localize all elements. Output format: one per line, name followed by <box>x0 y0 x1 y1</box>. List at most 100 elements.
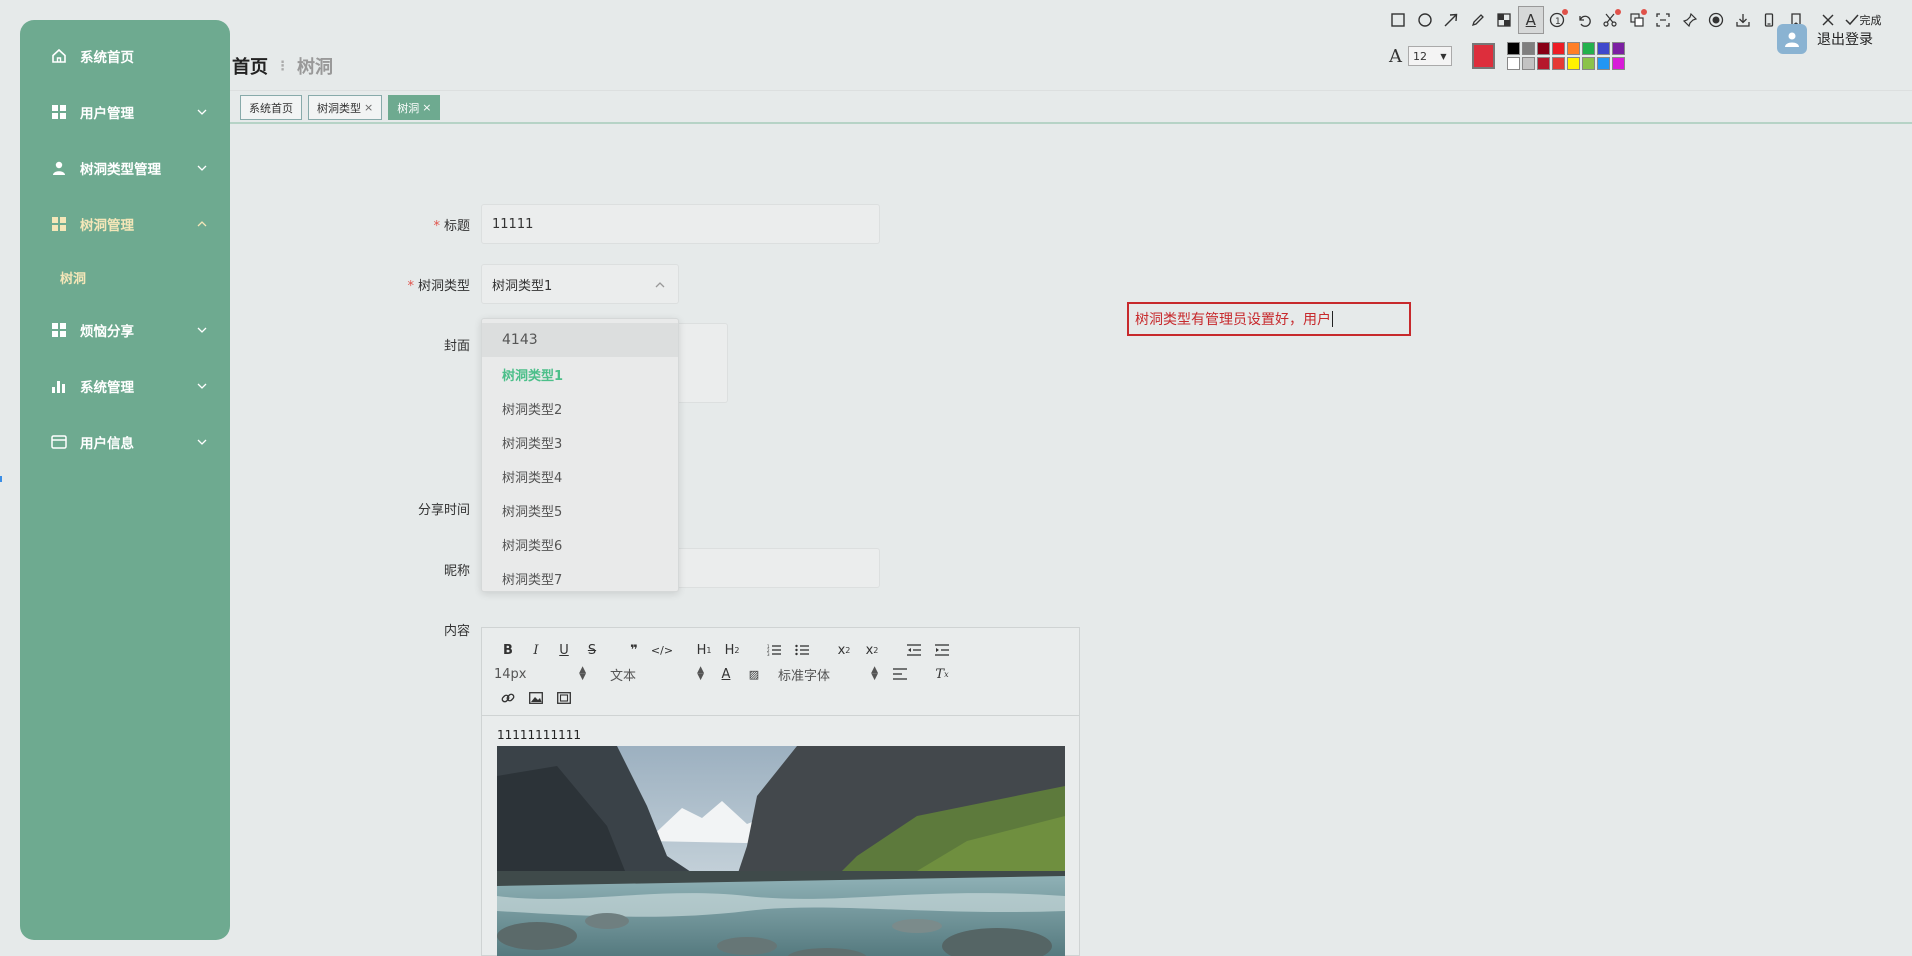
video-icon[interactable] <box>550 687 578 709</box>
dropdown-option[interactable]: 树洞类型2 <box>482 391 678 425</box>
mosaic-icon[interactable] <box>1491 6 1518 34</box>
sidebar-item-user-info[interactable]: 用户信息 <box>20 414 230 470</box>
download-icon[interactable] <box>1730 6 1757 34</box>
code-icon[interactable]: </> <box>648 639 676 661</box>
record-icon[interactable] <box>1703 6 1730 34</box>
outdent-icon[interactable] <box>900 639 928 661</box>
rectangle-icon[interactable] <box>1385 6 1412 34</box>
chevron-down-icon <box>197 165 207 171</box>
share-time-label: 分享时间 <box>417 503 470 518</box>
color-swatch[interactable] <box>1522 42 1535 55</box>
h2-icon[interactable]: H2 <box>718 639 746 661</box>
background-color-icon[interactable]: ▨ <box>740 663 768 685</box>
color-swatch[interactable] <box>1507 42 1520 55</box>
sidebar-item-treehole-type-management[interactable]: 树洞类型管理 <box>20 140 230 196</box>
breadcrumb: 首页 ⋮ 树洞 <box>232 53 333 79</box>
home-icon <box>50 47 68 65</box>
color-swatch[interactable] <box>1597 42 1610 55</box>
ellipse-icon[interactable] <box>1412 6 1439 34</box>
color-swatch[interactable] <box>1612 57 1625 70</box>
number-marker-icon[interactable]: 1 <box>1544 6 1571 34</box>
editor-body[interactable]: 11111111111 <box>482 716 1079 956</box>
text-tool-icon[interactable]: A <box>1517 6 1544 34</box>
undo-icon[interactable] <box>1571 6 1598 34</box>
color-swatch[interactable] <box>1567 57 1580 70</box>
annotation-text: 树洞类型有管理员设置好，用户 <box>1135 312 1331 328</box>
close-icon[interactable]: × <box>364 101 373 114</box>
color-swatch[interactable] <box>1552 42 1565 55</box>
color-swatch[interactable] <box>1507 57 1520 70</box>
tab-treehole-type[interactable]: 树洞类型 × <box>308 95 383 120</box>
nickname-label: 昵称 <box>443 564 470 579</box>
scissors-icon[interactable] <box>1597 6 1624 34</box>
logout-button[interactable]: 退出登录 <box>1817 29 1873 49</box>
user-icon <box>50 159 68 177</box>
color-swatch[interactable] <box>1582 57 1595 70</box>
tab-treehole[interactable]: 树洞 × <box>388 95 441 120</box>
chevron-down-icon <box>197 327 207 333</box>
font-size-select[interactable]: 14px ▲ ▼ <box>494 666 594 682</box>
color-swatch[interactable] <box>1522 57 1535 70</box>
current-color-swatch[interactable] <box>1471 43 1495 69</box>
dropdown-option[interactable]: 树洞类型7 <box>482 561 678 591</box>
clear-format-icon[interactable]: Tx <box>928 663 956 685</box>
content-label: 内容 <box>443 624 470 639</box>
close-icon[interactable]: × <box>422 101 431 114</box>
dropdown-option-selected[interactable]: 树洞类型1 <box>482 357 678 391</box>
ordered-list-icon[interactable]: 123 <box>760 639 788 661</box>
pin-icon[interactable] <box>1677 6 1704 34</box>
underline-button[interactable]: U <box>550 639 578 661</box>
color-swatch[interactable] <box>1537 57 1550 70</box>
arrow-icon[interactable] <box>1438 6 1465 34</box>
dropdown-option[interactable]: 树洞类型6 <box>482 527 678 561</box>
image-icon[interactable] <box>522 687 550 709</box>
font-color-icon[interactable]: A <box>712 663 740 685</box>
align-icon[interactable] <box>886 663 914 685</box>
bullet-list-icon[interactable] <box>788 639 816 661</box>
sidebar-item-worry-share[interactable]: 烦恼分享 <box>20 302 230 358</box>
italic-button[interactable]: I <box>522 639 550 661</box>
bold-button[interactable]: B <box>494 639 522 661</box>
new-badge <box>1614 9 1621 15</box>
bar-chart-icon <box>50 377 68 395</box>
dropdown-option[interactable]: 树洞类型3 <box>482 425 678 459</box>
tab-system-home[interactable]: 系统首页 <box>240 95 302 120</box>
color-swatch[interactable] <box>1567 42 1580 55</box>
color-swatch[interactable] <box>1612 42 1625 55</box>
strike-button[interactable]: S <box>578 639 606 661</box>
dropdown-option[interactable]: 树洞类型5 <box>482 493 678 527</box>
link-icon[interactable] <box>494 687 522 709</box>
breadcrumb-home[interactable]: 首页 <box>232 53 268 79</box>
dropdown-option[interactable]: 树洞类型4 <box>482 459 678 493</box>
subscript-icon[interactable]: x2 <box>830 639 858 661</box>
pen-icon[interactable] <box>1465 6 1492 34</box>
sidebar-item-label: 烦恼分享 <box>80 324 134 340</box>
sidebar-subitem-treehole[interactable]: 树洞 <box>20 252 230 302</box>
sidebar-item-user-management[interactable]: 用户管理 <box>20 84 230 140</box>
sidebar-item-system-management[interactable]: 系统管理 <box>20 358 230 414</box>
font-size-dropdown[interactable]: 12 ▼ <box>1408 46 1452 66</box>
dropdown-option[interactable]: 4143 <box>482 323 678 357</box>
annotation-text-box[interactable]: 树洞类型有管理员设置好，用户 <box>1127 302 1411 336</box>
color-swatch[interactable] <box>1552 57 1565 70</box>
title-input[interactable]: 11111 <box>481 204 880 244</box>
color-swatch[interactable] <box>1597 57 1610 70</box>
tab-label: 系统首页 <box>249 101 293 115</box>
sidebar-item-home[interactable]: 系统首页 <box>20 28 230 84</box>
sidebar-item-treehole-management[interactable]: 树洞管理 <box>20 196 230 252</box>
grid-icon <box>50 321 68 339</box>
avatar[interactable] <box>1777 24 1807 54</box>
h1-icon[interactable]: H1 <box>690 639 718 661</box>
font-family-select[interactable]: 标准字体 ▲ ▼ <box>768 665 886 684</box>
superscript-icon[interactable]: x2 <box>858 639 886 661</box>
color-swatch[interactable] <box>1582 42 1595 55</box>
translate-icon[interactable] <box>1624 6 1651 34</box>
ocr-icon[interactable] <box>1650 6 1677 34</box>
content-editor: B I U S ❞ </> H1 H2 123 x2 x2 14px ▲ ▼ 文… <box>481 627 1080 956</box>
color-swatch[interactable] <box>1537 42 1550 55</box>
block-type-select[interactable]: 文本 ▲ ▼ <box>594 665 712 684</box>
quote-icon[interactable]: ❞ <box>620 639 648 661</box>
font-icon: A <box>1389 45 1402 67</box>
indent-icon[interactable] <box>928 639 956 661</box>
type-select[interactable]: 树洞类型1 <box>481 264 679 304</box>
